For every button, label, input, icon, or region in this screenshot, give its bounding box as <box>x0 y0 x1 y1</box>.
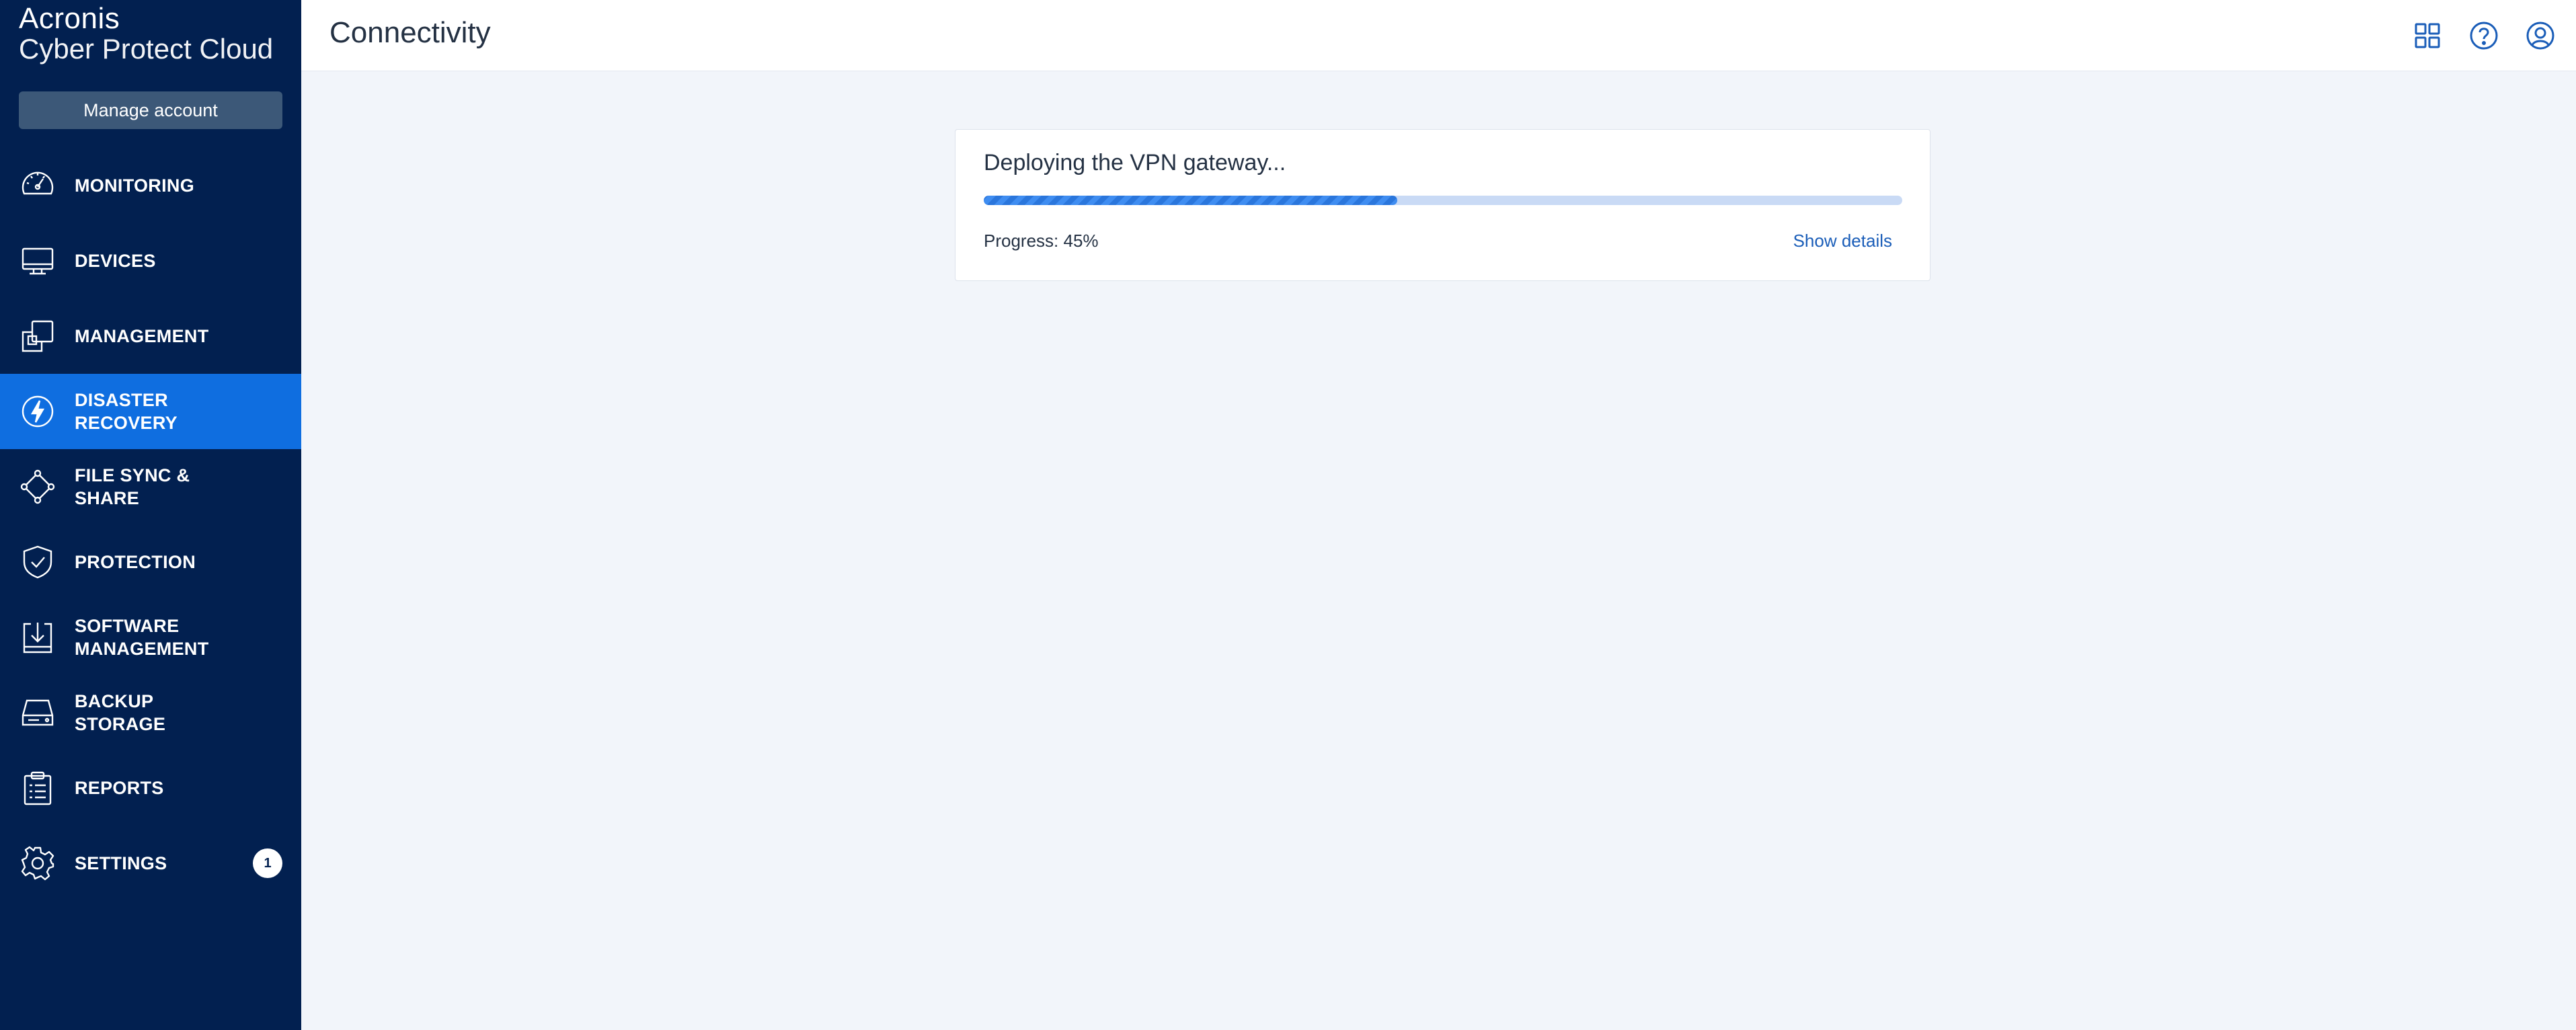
nav-label: MONITORING <box>75 175 194 196</box>
help-icon[interactable] <box>2467 19 2501 52</box>
nav-item-reports[interactable]: REPORTS <box>0 750 301 826</box>
nav-item-devices[interactable]: DEVICES <box>0 223 301 299</box>
nav-label: SOFTWARE MANAGEMENT <box>75 616 209 659</box>
top-header: Connectivity <box>301 0 2576 71</box>
user-icon[interactable] <box>2524 19 2557 52</box>
nav-label: DISASTER RECOVERY <box>75 390 178 433</box>
nav-item-settings[interactable]: SETTINGS 1 <box>0 826 301 901</box>
main-nav: MONITORING DEVICES MANAGEMENT DISASTER R… <box>0 148 301 901</box>
nav-label: REPORTS <box>75 778 164 798</box>
page-title: Connectivity <box>329 16 491 49</box>
nav-item-management[interactable]: MANAGEMENT <box>0 299 301 374</box>
share-icon <box>19 468 56 506</box>
nav-item-monitoring[interactable]: MONITORING <box>0 148 301 223</box>
product-name: Cyber Protect Cloud <box>19 33 274 65</box>
nav-label: MANAGEMENT <box>75 326 209 346</box>
nav-label: SETTINGS <box>75 853 167 873</box>
nav-label: FILE SYNC & SHARE <box>75 465 190 508</box>
brand-name: Acronis <box>19 2 120 35</box>
header-actions <box>2411 19 2557 52</box>
nav-label: DEVICES <box>75 251 156 271</box>
copy-icon <box>19 317 56 355</box>
progress-bar-fill <box>984 196 1397 205</box>
download-icon <box>19 619 56 656</box>
nav-item-file-sync-share[interactable]: FILE SYNC & SHARE <box>0 449 301 524</box>
lightning-icon <box>19 393 56 430</box>
drive-icon <box>19 694 56 731</box>
clipboard-icon <box>19 769 56 807</box>
nav-label: PROTECTION <box>75 552 196 572</box>
nav-label: BACKUP STORAGE <box>75 691 166 734</box>
show-details-link[interactable]: Show details <box>1793 231 1892 251</box>
manage-account-button[interactable]: Manage account <box>19 91 282 129</box>
deployment-title: Deploying the VPN gateway... <box>984 150 1286 175</box>
nav-item-protection[interactable]: PROTECTION <box>0 524 301 600</box>
deployment-card: Deploying the VPN gateway... Progress: 4… <box>955 129 1930 281</box>
grid-icon[interactable] <box>2411 19 2444 52</box>
gauge-icon <box>19 167 56 204</box>
progress-bar <box>984 196 1902 205</box>
nav-item-software-management[interactable]: SOFTWARE MANAGEMENT <box>0 600 301 675</box>
progress-label: Progress: 45% <box>984 231 1099 251</box>
monitor-icon <box>19 242 56 280</box>
notification-badge: 1 <box>253 848 282 878</box>
sidebar: Acronis Cyber Protect Cloud Manage accou… <box>0 0 301 1030</box>
nav-item-backup-storage[interactable]: BACKUP STORAGE <box>0 675 301 750</box>
acronis-logo: Acronis Cyber Protect Cloud <box>19 4 273 63</box>
shield-icon <box>19 543 56 581</box>
gear-icon <box>19 844 56 882</box>
nav-item-disaster-recovery[interactable]: DISASTER RECOVERY <box>0 374 301 449</box>
